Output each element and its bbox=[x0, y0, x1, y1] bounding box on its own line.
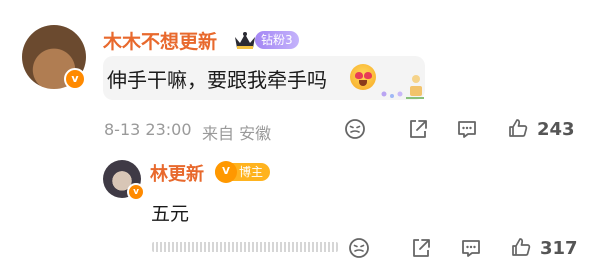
crown-icon bbox=[235, 32, 255, 49]
share-icon[interactable] bbox=[407, 118, 429, 140]
comment-icon[interactable] bbox=[460, 237, 482, 259]
reply-text: 五元 bbox=[151, 203, 190, 225]
blogger-badge[interactable]: V 博主 bbox=[215, 161, 271, 183]
like-icon[interactable] bbox=[510, 236, 532, 258]
verified-badge-icon: v bbox=[64, 68, 86, 90]
comment-text: 伸手干嘛，要跟我牵手吗 bbox=[107, 68, 327, 92]
smile-icon[interactable] bbox=[348, 237, 370, 259]
share-icon[interactable] bbox=[410, 237, 432, 259]
comment-timestamp: 8-13 23:00 bbox=[104, 120, 192, 139]
comment-like-count: 243 bbox=[537, 119, 575, 140]
like-icon[interactable] bbox=[507, 117, 529, 139]
reply-input-placeholder[interactable] bbox=[152, 242, 338, 252]
reply-username[interactable]: 林更新 bbox=[150, 160, 204, 186]
comment-icon[interactable] bbox=[456, 118, 478, 140]
decorative-sticker-icon bbox=[381, 75, 424, 99]
smile-icon[interactable] bbox=[344, 118, 366, 140]
blogger-badge-label: 博主 bbox=[239, 165, 264, 179]
blogger-crest-icon: V bbox=[215, 161, 237, 183]
verified-badge-icon: v bbox=[127, 183, 145, 201]
heart-eyes-face-emoji-icon bbox=[350, 64, 376, 90]
commenter-username[interactable]: 木木不想更新 bbox=[103, 27, 217, 54]
fan-level-badge[interactable]: 钻粉3 bbox=[255, 31, 299, 49]
comment-location: 来自 安徽 bbox=[202, 124, 272, 143]
reply-like-count: 317 bbox=[540, 238, 578, 259]
